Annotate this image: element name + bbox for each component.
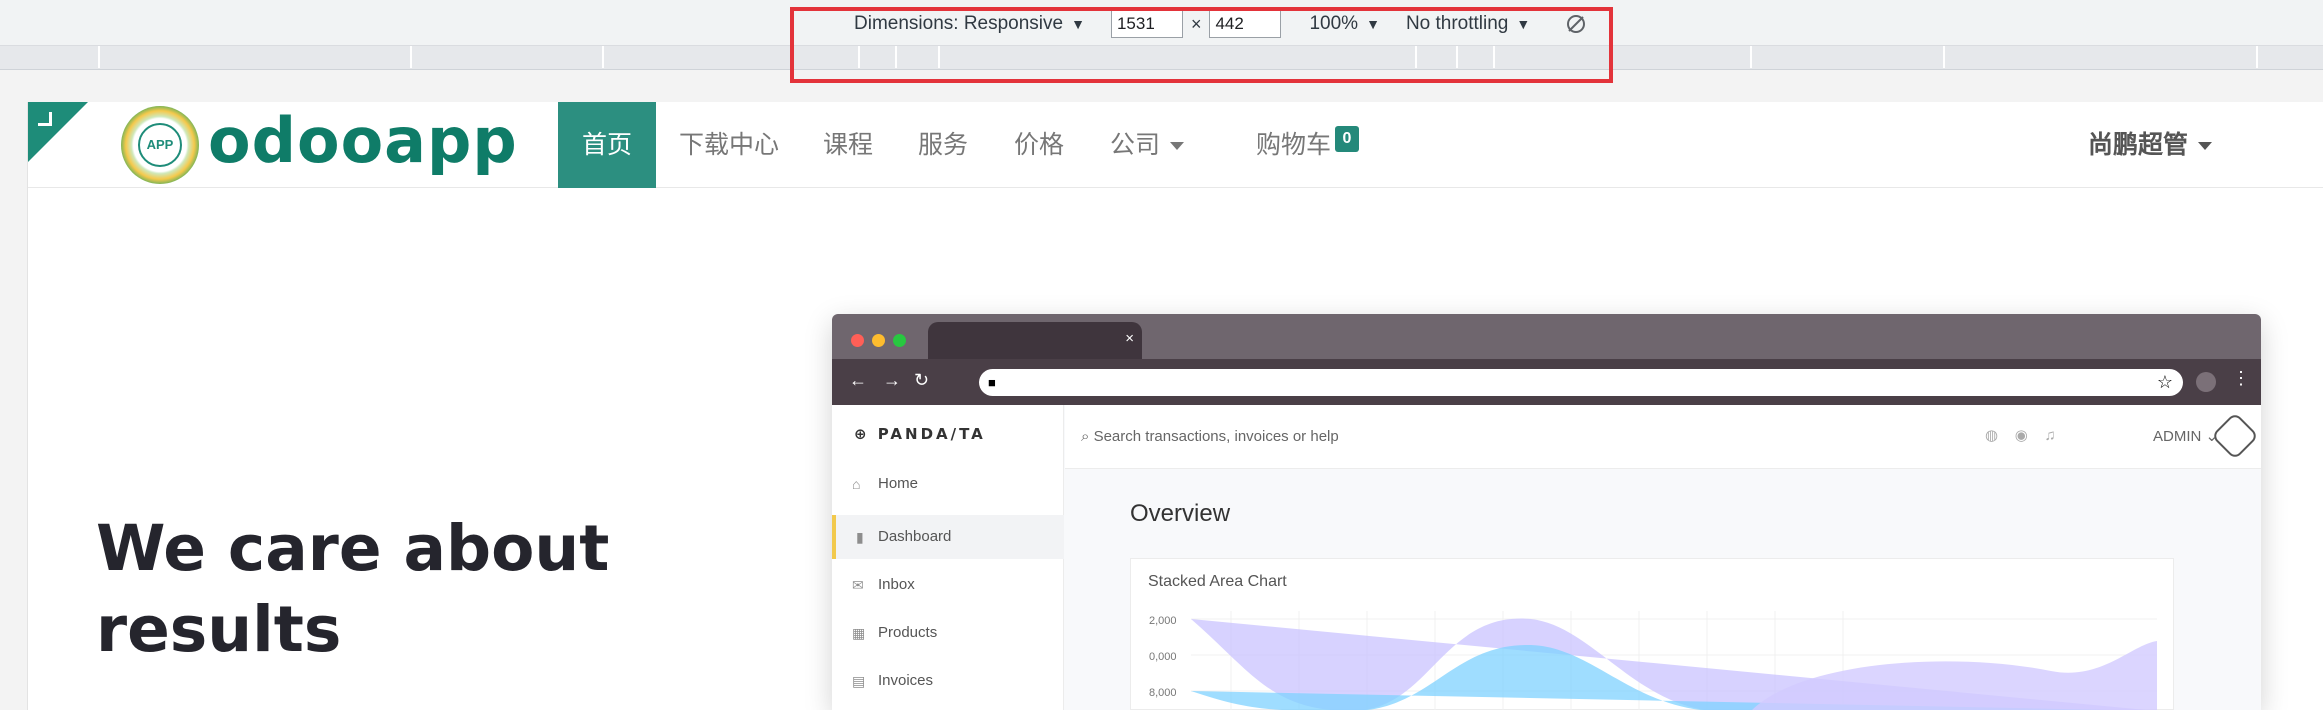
sidebar-item-label: Dashboard bbox=[878, 528, 952, 545]
forward-icon: → bbox=[883, 370, 901, 390]
company-label: 公司 bbox=[1110, 130, 1161, 159]
panda-brand: ⊕ PANDA/TA bbox=[854, 425, 986, 443]
y-axis-tick: 0,000 bbox=[1149, 651, 1177, 663]
profile-avatar bbox=[2196, 372, 2216, 392]
nav-pricing[interactable]: 价格 bbox=[1014, 102, 1064, 188]
lock-icon: ■ bbox=[988, 375, 996, 390]
site-logo[interactable]: odooapp bbox=[208, 104, 518, 177]
chart-card: Stacked Area Chart 2,000 0,000 8,000 bbox=[1130, 558, 2174, 710]
embedded-sidebar: ⊕ PANDA/TA ⌂ Home ▮ Dashboard ✉ Inbox ▦ Prod… bbox=[832, 405, 1064, 710]
sidebar-item-label: Invoices bbox=[878, 672, 934, 689]
globe-icon: ◍ bbox=[1985, 427, 1999, 444]
embedded-top-icons: ◍ ◉ ♫ bbox=[1985, 426, 2056, 444]
y-axis-tick: 2,000 bbox=[1149, 615, 1177, 627]
browser-tabbar: × bbox=[832, 314, 2261, 359]
corner-ribbon bbox=[28, 102, 88, 162]
dashboard-app: ⊕ PANDA/TA ⌂ Home ▮ Dashboard ✉ Inbox ▦ Prod… bbox=[832, 405, 2261, 710]
browser-mockup: × ← → ↻ ■ ☆ ⋮ ⊕ PANDA/TA ⌂ Home ▮ Dashboard… bbox=[832, 314, 2261, 710]
website-page: APP odooapp 首页 下载中心 课程 服务 价格 公司 购物车 0 尚鹏… bbox=[27, 102, 2323, 710]
bell-icon: ♫ bbox=[2044, 427, 2056, 444]
sidebar-item-home: ⌂ Home bbox=[832, 462, 1064, 506]
close-tab-icon: × bbox=[1125, 330, 1134, 347]
chat-icon: ◉ bbox=[2014, 427, 2028, 444]
site-navbar: APP odooapp 首页 下载中心 课程 服务 价格 公司 购物车 0 尚鹏… bbox=[28, 102, 2323, 188]
hero-heading: We care about results bbox=[96, 508, 656, 670]
admin-menu: ADMIN ⌄ bbox=[2153, 427, 2218, 445]
ruler-segment bbox=[602, 46, 604, 68]
embedded-topbar: ⌕ Search transactions, invoices or help … bbox=[1065, 405, 2261, 469]
nav-cart[interactable]: 购物车 bbox=[1256, 102, 1331, 188]
hero-line: We care about bbox=[96, 512, 610, 585]
ruler-segment bbox=[410, 46, 412, 68]
overview-title: Overview bbox=[1130, 500, 1231, 527]
browser-tab: × bbox=[928, 322, 1142, 359]
red-highlight-box bbox=[790, 7, 1613, 83]
sidebar-item-label: Inbox bbox=[878, 576, 915, 593]
logo-badge[interactable]: APP bbox=[121, 106, 199, 184]
nav-courses[interactable]: 课程 bbox=[823, 102, 873, 188]
y-axis-tick: 8,000 bbox=[1149, 687, 1177, 699]
brand-label: PANDA/TA bbox=[877, 425, 986, 443]
more-menu-icon: ⋮ bbox=[2232, 368, 2250, 388]
sidebar-item-label: Products bbox=[878, 624, 938, 641]
chevron-down-icon bbox=[2198, 142, 2213, 150]
home-icon: ⌂ bbox=[852, 476, 861, 492]
nav-company-menu[interactable]: 公司 bbox=[1110, 102, 1185, 188]
chevron-down-icon bbox=[1170, 142, 1185, 150]
ruler-segment bbox=[1943, 46, 1945, 68]
close-window-icon bbox=[851, 334, 864, 347]
nav-services[interactable]: 服务 bbox=[918, 102, 968, 188]
nav-home[interactable]: 首页 bbox=[558, 102, 657, 188]
sidebar-item-products: ▦ Products bbox=[832, 611, 1064, 655]
back-icon: ← bbox=[849, 370, 867, 390]
area-series-lavender bbox=[1752, 641, 2157, 710]
search-placeholder: Search transactions, invoices or help bbox=[1093, 428, 1339, 445]
invoice-icon: ▤ bbox=[852, 673, 866, 689]
ruler-segment bbox=[1750, 46, 1752, 68]
brand-icon: ⊕ bbox=[854, 425, 878, 443]
minimize-window-icon bbox=[872, 334, 885, 347]
sidebar-item-inbox: ✉ Inbox bbox=[832, 563, 1064, 607]
ruler-segment bbox=[98, 46, 100, 68]
nav-download-center[interactable]: 下载中心 bbox=[679, 102, 779, 188]
admin-label: ADMIN bbox=[2153, 428, 2202, 445]
products-icon: ▦ bbox=[852, 625, 866, 641]
sidebar-item-dashboard: ▮ Dashboard bbox=[832, 515, 1064, 559]
star-icon: ☆ bbox=[2156, 372, 2173, 392]
sidebar-item-invoices: ▤ Invoices bbox=[832, 659, 1064, 703]
embedded-content: Overview Stacked Area Chart 2,000 0,000 … bbox=[1065, 470, 2261, 710]
stacked-area-chart bbox=[1191, 611, 2157, 710]
maximize-window-icon bbox=[893, 334, 906, 347]
bar-chart-icon: ▮ bbox=[856, 529, 864, 545]
chart-title: Stacked Area Chart bbox=[1148, 573, 1287, 590]
cart-count-badge: 0 bbox=[1335, 126, 1359, 152]
admin-logo-icon bbox=[2210, 411, 2260, 461]
address-field: ■ ☆ bbox=[979, 369, 2183, 396]
corner-mark-icon bbox=[38, 112, 52, 126]
browser-urlbar: ← → ↻ ■ ☆ ⋮ bbox=[832, 359, 2261, 405]
user-name: 尚鹏超管 bbox=[2088, 130, 2189, 159]
embedded-search: ⌕ Search transactions, invoices or help bbox=[1081, 428, 1339, 445]
reload-icon: ↻ bbox=[914, 370, 930, 390]
user-menu[interactable]: 尚鹏超管 bbox=[2088, 102, 2213, 188]
search-icon: ⌕ bbox=[1081, 428, 1094, 445]
logo-app-label: APP bbox=[138, 123, 182, 167]
mail-icon: ✉ bbox=[852, 577, 864, 593]
sidebar-item-label: Home bbox=[878, 475, 919, 492]
hero-line: results bbox=[96, 593, 342, 666]
ruler-segment bbox=[2256, 46, 2258, 68]
